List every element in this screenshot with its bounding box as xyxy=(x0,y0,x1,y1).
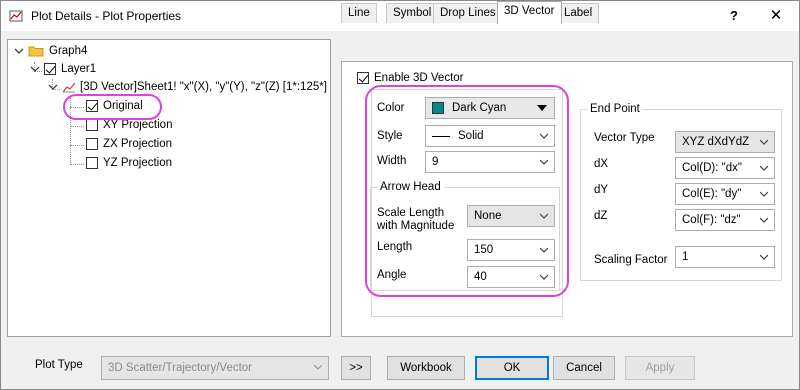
tree-item-label: Graph4 xyxy=(49,45,88,57)
chevron-down-icon xyxy=(540,247,548,253)
plot-details-dialog: Plot Details - Plot Properties ? ✕ Graph… xyxy=(0,0,800,390)
chevron-down-icon xyxy=(540,159,548,165)
dy-value: Col(E): "dy" xyxy=(682,188,742,200)
color-value: Dark Cyan xyxy=(452,102,507,114)
help-button[interactable]: ? xyxy=(717,4,751,28)
length-combobox[interactable]: 150 xyxy=(467,239,555,261)
scale-length-dropdown[interactable]: None xyxy=(467,205,555,227)
cancel-button[interactable]: Cancel xyxy=(553,356,615,380)
tree-item-layer[interactable]: Layer1 xyxy=(30,60,96,78)
tab-label[interactable]: Label xyxy=(557,3,600,23)
style-label: Style xyxy=(377,130,403,142)
chevron-down-icon[interactable] xyxy=(30,64,40,74)
enable-3d-vector-row[interactable]: Enable 3D Vector xyxy=(357,72,464,84)
angle-label: Angle xyxy=(377,269,407,281)
tree-item-label: XY Projection xyxy=(103,119,173,131)
chevron-down-icon xyxy=(760,191,768,197)
dx-value: Col(D): "dx" xyxy=(682,162,742,174)
line-style-sample xyxy=(432,135,450,137)
tree-item-label: [3D Vector]Sheet1! "x"(X), "y"(Y), "z"(Z… xyxy=(80,81,327,93)
plot-tree: Graph4 Layer1 [3D Vector]Sheet1! "x"(X),… xyxy=(7,39,331,337)
tab-symbol[interactable]: Symbol xyxy=(386,3,439,23)
chevron-down-icon xyxy=(540,133,548,139)
tree-item-zx-projection[interactable]: ZX Projection xyxy=(86,135,172,153)
color-label: Color xyxy=(377,102,405,114)
scaling-factor-label: Scaling Factor xyxy=(594,254,668,266)
tree-item-label: ZX Projection xyxy=(103,138,173,150)
apply-button[interactable]: Apply xyxy=(625,356,695,380)
chevron-down-icon xyxy=(760,217,768,223)
plot-type-label: Plot Type xyxy=(35,359,83,371)
style-dropdown[interactable]: Solid xyxy=(425,125,555,147)
vector-type-dropdown[interactable]: XYZ dXdYdZ xyxy=(675,131,775,153)
dz-label: dZ xyxy=(594,210,608,222)
vector-type-label: Vector Type xyxy=(594,132,655,144)
angle-combobox[interactable]: 40 xyxy=(467,266,555,288)
chevron-down-icon xyxy=(540,274,548,280)
chevron-down-icon xyxy=(760,139,768,145)
tab-3d-vector[interactable]: 3D Vector xyxy=(497,1,562,24)
workbook-button[interactable]: Workbook xyxy=(387,356,465,380)
tree-item-label: Layer1 xyxy=(61,63,97,75)
tree-item-label: YZ Projection xyxy=(103,157,173,169)
tab-line[interactable]: Line xyxy=(341,3,377,23)
end-point-title: End Point xyxy=(587,103,643,115)
width-value: 9 xyxy=(432,156,439,168)
scale-length-label: Scale Length xyxy=(377,207,445,219)
folder-icon xyxy=(28,46,44,57)
scaling-factor-combobox[interactable]: 1 xyxy=(675,246,775,268)
dropdown-arrow-icon xyxy=(537,105,547,111)
dz-value: Col(F): "dz" xyxy=(682,214,741,226)
plot-type-value: 3D Scatter/Trajectory/Vector xyxy=(108,362,253,374)
chevron-down-icon[interactable] xyxy=(14,46,24,56)
length-label: Length xyxy=(377,241,413,253)
scale-value: None xyxy=(474,210,502,222)
layer-checkbox[interactable] xyxy=(44,63,56,75)
scale-magnitude-label: with Magnitude xyxy=(377,220,455,232)
dz-dropdown[interactable]: Col(F): "dz" xyxy=(675,209,775,231)
window-title: Plot Details - Plot Properties xyxy=(31,9,182,23)
vector-type-value: XYZ dXdYdZ xyxy=(682,136,750,148)
color-swatch xyxy=(432,102,444,114)
plot-line-icon xyxy=(62,82,76,93)
angle-value: 40 xyxy=(474,271,487,283)
color-dropdown[interactable]: Dark Cyan xyxy=(425,97,555,119)
dx-label: dX xyxy=(594,158,609,170)
plot-type-dropdown[interactable]: 3D Scatter/Trajectory/Vector xyxy=(101,356,329,380)
xy-projection-checkbox[interactable] xyxy=(86,119,98,131)
scaling-factor-value: 1 xyxy=(682,251,689,263)
expand-button[interactable]: >> xyxy=(341,356,371,380)
length-value: 150 xyxy=(474,244,494,256)
close-button[interactable]: ✕ xyxy=(759,4,793,28)
tab-drop-lines[interactable]: Drop Lines xyxy=(433,3,503,23)
tree-item-yz-projection[interactable]: YZ Projection xyxy=(86,154,172,172)
yz-projection-checkbox[interactable] xyxy=(86,157,98,169)
zx-projection-checkbox[interactable] xyxy=(86,138,98,150)
tree-item-graph[interactable]: Graph4 xyxy=(14,42,87,60)
ok-button[interactable]: OK xyxy=(475,356,549,380)
style-value: Solid xyxy=(458,130,484,142)
arrow-head-title: Arrow Head xyxy=(377,181,444,193)
original-highlight-annotation xyxy=(63,94,162,120)
chevron-down-icon[interactable] xyxy=(48,82,58,92)
dy-label: dY xyxy=(594,184,609,196)
chevron-down-icon xyxy=(540,213,548,219)
width-combobox[interactable]: 9 xyxy=(425,151,555,173)
dx-dropdown[interactable]: Col(D): "dx" xyxy=(675,157,775,179)
app-icon xyxy=(9,10,23,22)
chevron-down-icon xyxy=(760,165,768,171)
chevron-down-icon xyxy=(760,254,768,260)
dy-dropdown[interactable]: Col(E): "dy" xyxy=(675,183,775,205)
enable-3d-vector-label: Enable 3D Vector xyxy=(374,72,464,84)
chevron-down-icon xyxy=(314,364,322,370)
width-label: Width xyxy=(377,155,407,167)
enable-3d-vector-checkbox[interactable] xyxy=(357,72,369,84)
